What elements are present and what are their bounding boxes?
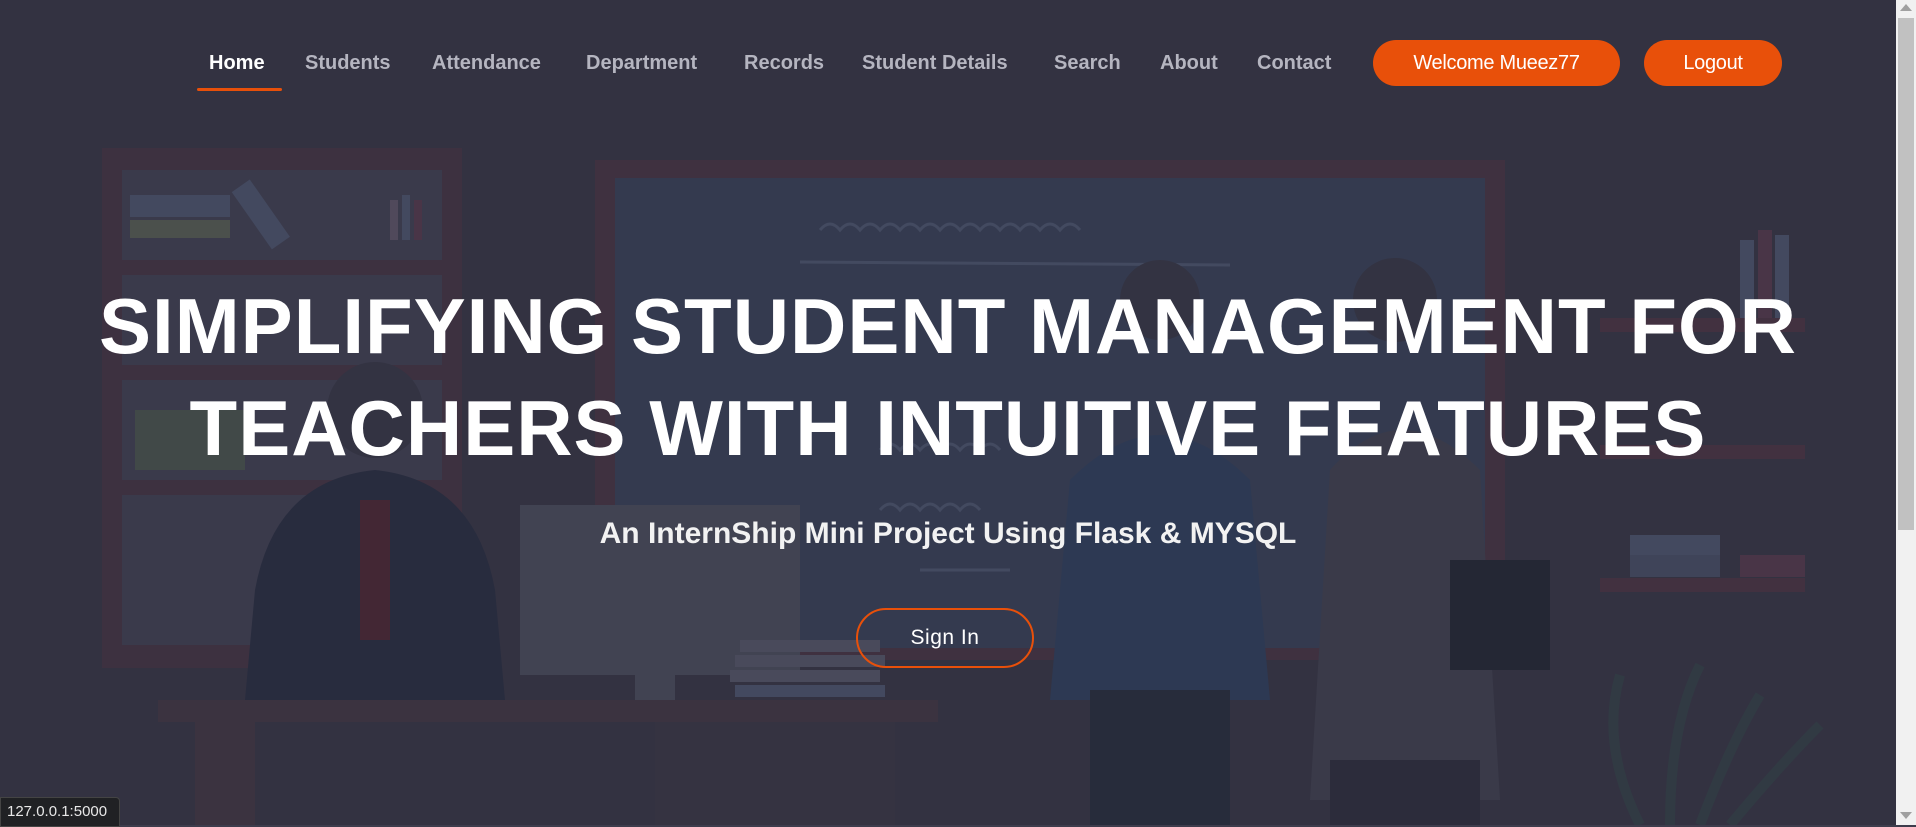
scroll-down-arrow-icon[interactable] xyxy=(1900,812,1912,819)
hero-title-line-2: TEACHERS WITH INTUITIVE FEATURES xyxy=(189,384,1707,472)
main-navbar: Home Students Attendance Department Reco… xyxy=(0,0,1896,110)
hero-subtitle: An InternShip Mini Project Using Flask &… xyxy=(599,517,1297,550)
nav-link-department[interactable]: Department xyxy=(586,52,697,75)
sign-in-button[interactable]: Sign In xyxy=(856,608,1034,668)
status-bar-url: 127.0.0.1:5000 xyxy=(0,797,121,827)
scrollbar-thumb[interactable] xyxy=(1898,18,1914,530)
nav-link-search[interactable]: Search xyxy=(1054,52,1121,75)
nav-link-student-details[interactable]: Student Details xyxy=(862,52,1008,75)
nav-link-contact[interactable]: Contact xyxy=(1257,52,1331,75)
logout-button[interactable]: Logout xyxy=(1644,40,1782,86)
welcome-user-button[interactable]: Welcome Mueez77 xyxy=(1373,40,1620,86)
nav-link-students[interactable]: Students xyxy=(305,52,391,75)
nav-link-about[interactable]: About xyxy=(1160,52,1218,75)
nav-link-attendance[interactable]: Attendance xyxy=(432,52,541,75)
nav-link-records[interactable]: Records xyxy=(744,52,824,75)
nav-active-underline xyxy=(197,88,282,91)
nav-link-home[interactable]: Home xyxy=(209,52,265,75)
hero-title: SIMPLIFYING STUDENT MANAGEMENT FOR TEACH… xyxy=(0,275,1896,479)
hero-title-line-1: SIMPLIFYING STUDENT MANAGEMENT FOR xyxy=(99,282,1797,370)
scroll-up-arrow-icon[interactable] xyxy=(1900,4,1912,11)
